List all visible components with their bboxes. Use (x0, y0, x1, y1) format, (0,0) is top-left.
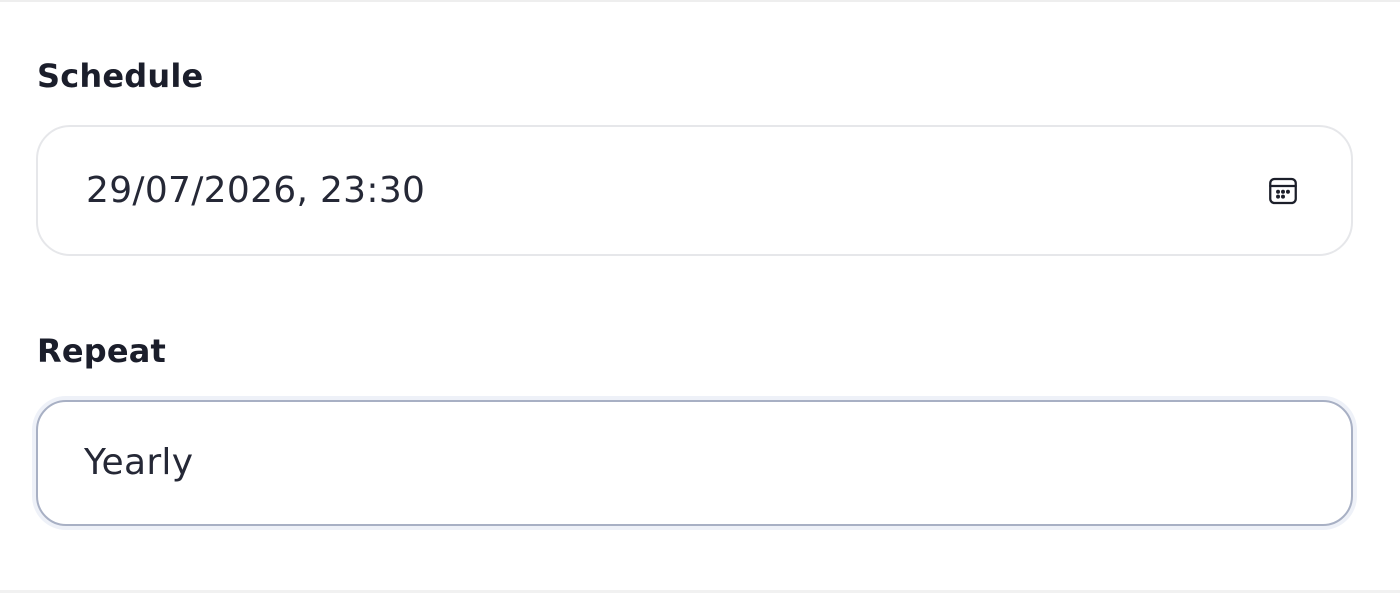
repeat-label: Repeat (37, 332, 167, 370)
schedule-label: Schedule (37, 57, 204, 95)
schedule-datetime-input[interactable]: 29/07/2026, 23:30 (36, 125, 1353, 256)
top-divider (0, 0, 1400, 2)
repeat-select[interactable]: Yearly (36, 400, 1353, 526)
repeat-value: Yearly (84, 442, 194, 483)
calendar-icon[interactable] (1265, 173, 1301, 209)
schedule-value: 29/07/2026, 23:30 (86, 169, 426, 211)
